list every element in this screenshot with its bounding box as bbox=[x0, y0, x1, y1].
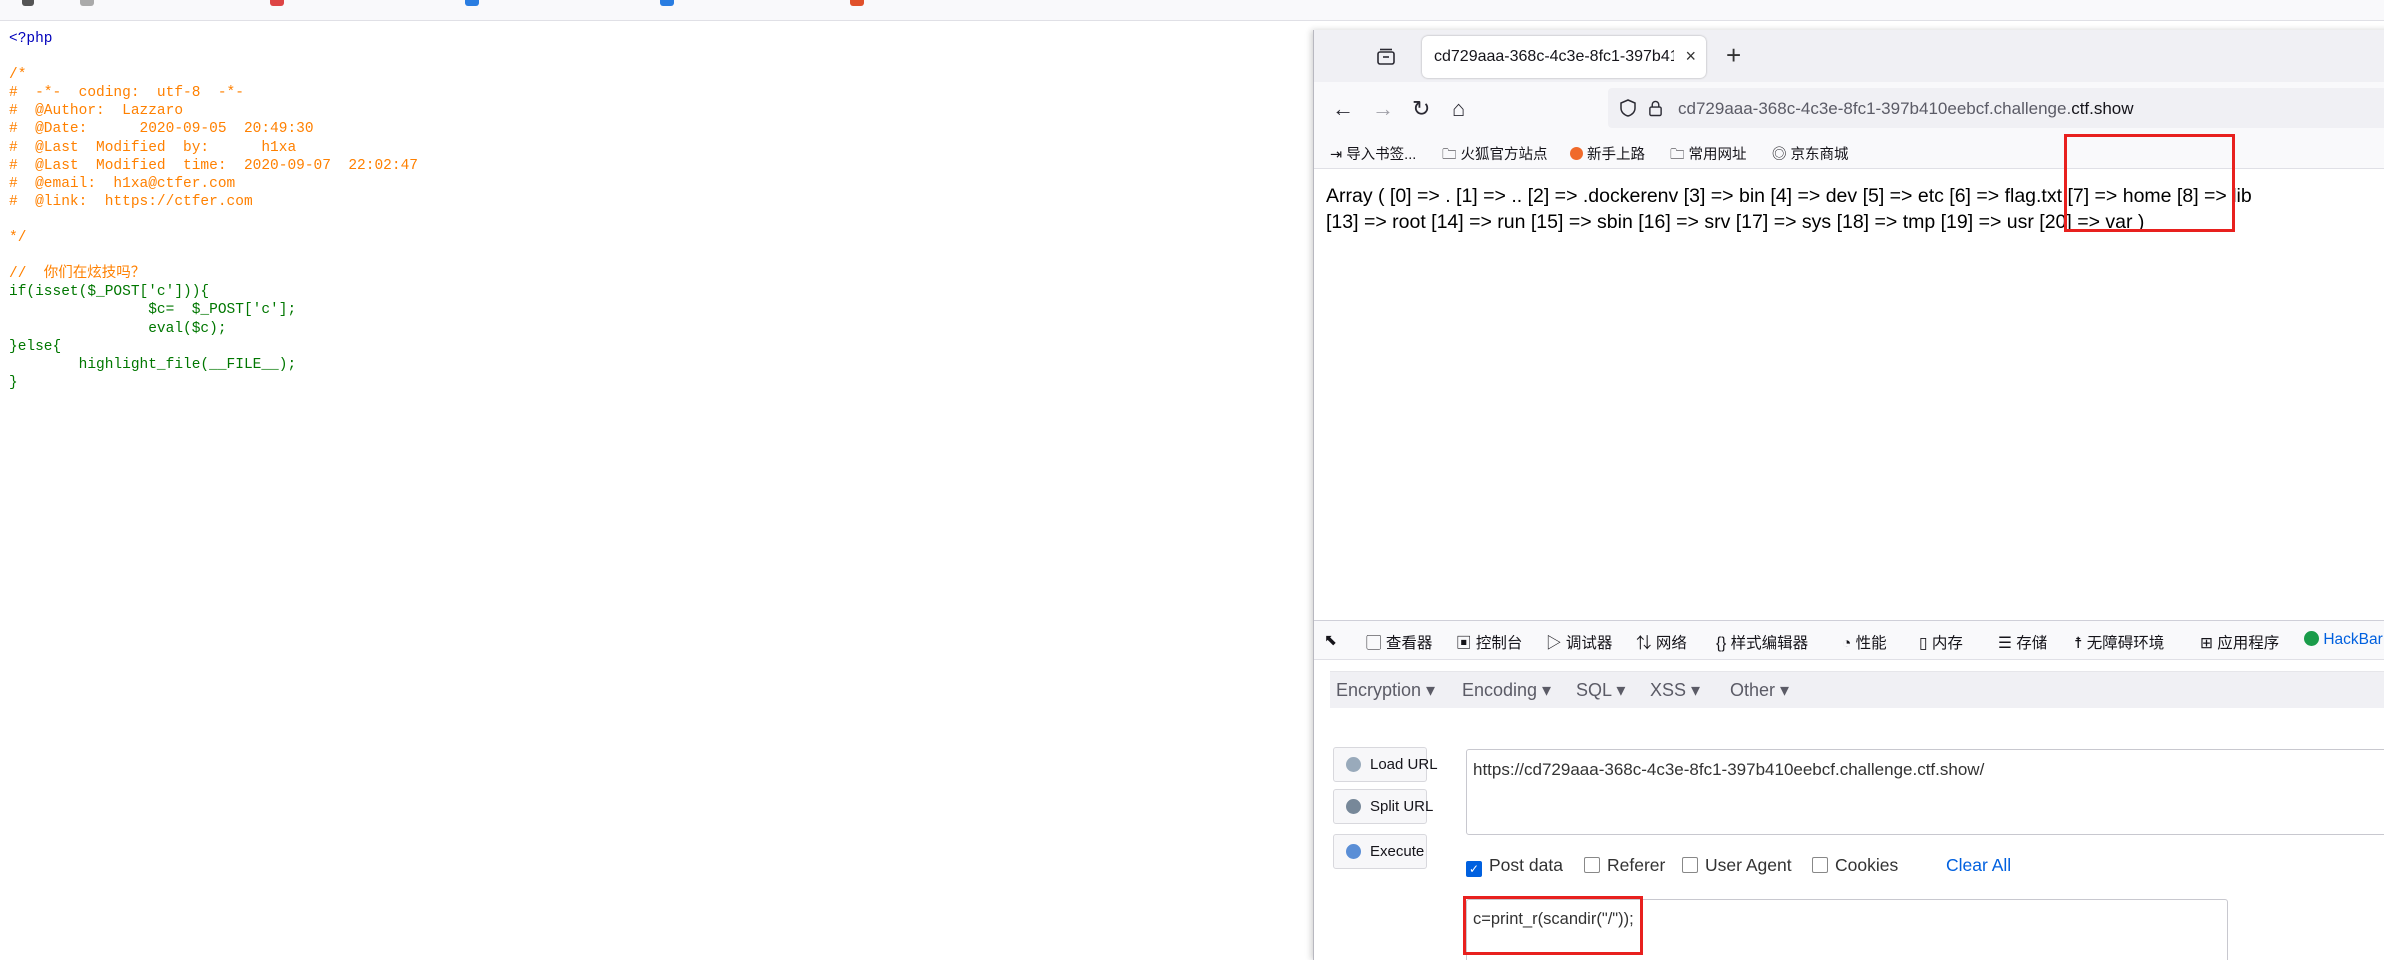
url-text[interactable]: cd729aaa-368c-4c3e-8fc1-397b410eebcf.cha… bbox=[1678, 99, 2134, 119]
php-source: <?php /* # -*- coding: utf-8 -*- # @Author:… bbox=[9, 30, 1309, 450]
source-line: # @Last Modified time: 2020-09-07 22:02:… bbox=[9, 157, 418, 174]
checkbox-checked-icon[interactable]: ✓ bbox=[1466, 861, 1482, 877]
hackbar-url-input[interactable]: https://cd729aaa-368c-4c3e-8fc1-397b410e… bbox=[1466, 749, 2384, 835]
folder-icon: 🗀 bbox=[1670, 147, 1685, 163]
source-line bbox=[9, 211, 1309, 229]
tab-favicon bbox=[270, 0, 284, 6]
play-icon bbox=[1346, 844, 1361, 859]
tab-favicon bbox=[660, 0, 674, 6]
scissors-icon bbox=[1346, 799, 1361, 814]
tab-hackbar[interactable]: HackBar bbox=[2304, 631, 2383, 649]
cookies-checkbox[interactable]: Cookies bbox=[1812, 855, 1898, 876]
sql-dropdown[interactable]: SQL ▾ bbox=[1576, 680, 1625, 701]
load-icon bbox=[1346, 757, 1361, 772]
folder-icon: 🗀 bbox=[1442, 147, 1457, 163]
tab-memory[interactable]: ▯ 内存 bbox=[1919, 631, 1963, 653]
tab-bar: cd729aaa-368c-4c3e-8fc1-397b410eebcf.cha… bbox=[1314, 30, 2384, 82]
source-line: eval($c); bbox=[9, 320, 227, 337]
clear-all-link[interactable]: Clear All bbox=[1946, 855, 2011, 876]
grid-icon bbox=[22, 0, 34, 6]
element-picker-icon[interactable]: ⬉ bbox=[1324, 631, 1337, 650]
globe-icon: ◎ bbox=[1772, 147, 1787, 163]
source-line: # @email: h1xa@ctfer.com bbox=[9, 175, 236, 192]
execute-button[interactable]: Execute bbox=[1333, 834, 1427, 869]
source-line bbox=[9, 247, 1309, 265]
tab-debugger[interactable]: ▷ 调试器 bbox=[1546, 631, 1612, 653]
tab-style-editor[interactable]: {} 样式编辑器 bbox=[1716, 631, 1808, 653]
close-icon[interactable]: × bbox=[1685, 46, 1696, 67]
source-line: // 你们在炫技吗？ bbox=[9, 266, 146, 283]
new-tab-button[interactable]: + bbox=[1726, 40, 1741, 71]
browser-window: cd729aaa-368c-4c3e-8fc1-397b410eebcf.cha… bbox=[1313, 30, 2384, 960]
source-line: # -*- coding: utf-8 -*- bbox=[9, 85, 244, 102]
checkbox-icon[interactable] bbox=[1584, 857, 1600, 873]
tab-storage[interactable]: ☰ 存储 bbox=[1998, 631, 2047, 653]
tab-favicon bbox=[80, 0, 94, 6]
other-dropdown[interactable]: Other ▾ bbox=[1730, 680, 1789, 701]
source-line: <?php bbox=[9, 31, 53, 47]
devtools-panel: ⬉ ▢ 查看器 ▣ 控制台 ▷ 调试器 ⇅ 网络 {} 样式编辑器 ◔ 性能 ▯… bbox=[1314, 620, 2384, 960]
hackbar-icon bbox=[2304, 631, 2319, 646]
source-line: highlight_file(__FILE__); bbox=[9, 356, 297, 373]
shield-icon[interactable] bbox=[1620, 99, 1636, 117]
reload-icon[interactable]: ↻ bbox=[1412, 96, 1430, 122]
nav-toolbar: ← → ↻ ⌂ cd729aaa-368c-4c3e-8fc1-397b410e… bbox=[1314, 82, 2384, 134]
tab-network[interactable]: ⇅ 网络 bbox=[1636, 631, 1687, 653]
bookmark-firefox-sites[interactable]: 🗀 火狐官方站点 bbox=[1442, 143, 1548, 169]
payload-highlight-box bbox=[1463, 896, 1643, 955]
checkbox-icon[interactable] bbox=[1682, 857, 1698, 873]
browser-tab[interactable]: cd729aaa-368c-4c3e-8fc1-397b410eebcf.cha… bbox=[1422, 36, 1706, 78]
encryption-dropdown[interactable]: Encryption ▾ bbox=[1336, 680, 1435, 701]
encoding-dropdown[interactable]: Encoding ▾ bbox=[1462, 680, 1551, 701]
hackbar-menu: Encryption ▾ Encoding ▾ SQL ▾ XSS ▾ Othe… bbox=[1330, 671, 2384, 708]
tab-title: cd729aaa-368c-4c3e-8fc1-397b410eebcf.cha… bbox=[1434, 48, 1674, 65]
tab-favicon bbox=[465, 0, 479, 6]
lock-icon[interactable] bbox=[1648, 99, 1663, 117]
split-url-button[interactable]: Split URL bbox=[1333, 789, 1433, 824]
source-line: $c= $_POST['c']; bbox=[9, 302, 297, 319]
bookmark-getting-started[interactable]: 新手上路 bbox=[1570, 143, 1645, 164]
tab-inspector[interactable]: ▢ 查看器 bbox=[1366, 631, 1432, 653]
source-line: }else{ bbox=[9, 338, 62, 355]
home-icon[interactable]: ⌂ bbox=[1452, 96, 1465, 122]
devtools-tabs: ⬉ ▢ 查看器 ▣ 控制台 ▷ 调试器 ⇅ 网络 {} 样式编辑器 ◔ 性能 ▯… bbox=[1314, 621, 2384, 660]
back-arrow-icon[interactable]: ← bbox=[1332, 96, 1354, 122]
source-line: # @Date: 2020-09-05 20:49:30 bbox=[9, 121, 314, 138]
tab-performance[interactable]: ◔ 性能 bbox=[1842, 631, 1887, 653]
source-line: # @Author: Lazzaro bbox=[9, 103, 184, 120]
bookmark-strip-cut bbox=[0, 0, 2384, 21]
bookmark-common-urls[interactable]: 🗀 常用网址 bbox=[1670, 143, 1747, 169]
source-line: # @Last Modified by: h1xa bbox=[9, 139, 297, 156]
useragent-checkbox[interactable]: User Agent bbox=[1682, 855, 1792, 876]
checkbox-icon[interactable] bbox=[1812, 857, 1828, 873]
tab-application[interactable]: ⊞ 应用程序 bbox=[2200, 631, 2279, 653]
tab-accessibility[interactable]: ☨ 无障碍环境 bbox=[2074, 631, 2164, 653]
bookmark-import[interactable]: ⇥ 导入书签... bbox=[1330, 143, 1416, 164]
bookmark-jd[interactable]: ◎ 京东商城 bbox=[1772, 143, 1849, 164]
source-line: /* bbox=[9, 67, 27, 84]
referer-checkbox[interactable]: Referer bbox=[1584, 855, 1665, 876]
source-line: */ bbox=[9, 230, 27, 247]
tab-favicon bbox=[850, 0, 864, 6]
load-url-button[interactable]: Load URL bbox=[1333, 747, 1438, 782]
tab-list-icon[interactable] bbox=[1376, 48, 1396, 66]
source-line: if(isset($_POST['c'])){ bbox=[9, 284, 210, 301]
firefox-icon bbox=[1570, 147, 1583, 160]
flag-highlight-box bbox=[2064, 134, 2235, 232]
tab-console[interactable]: ▣ 控制台 bbox=[1456, 631, 1522, 653]
source-line: # @link: https://ctfer.com bbox=[9, 193, 253, 210]
source-line bbox=[9, 48, 1309, 66]
url-bar[interactable]: cd729aaa-368c-4c3e-8fc1-397b410eebcf.cha… bbox=[1608, 88, 2384, 128]
xss-dropdown[interactable]: XSS ▾ bbox=[1650, 680, 1700, 701]
postdata-checkbox[interactable]: ✓ Post data bbox=[1466, 855, 1563, 877]
source-line: } bbox=[9, 374, 18, 391]
forward-arrow-icon[interactable]: → bbox=[1372, 96, 1394, 122]
